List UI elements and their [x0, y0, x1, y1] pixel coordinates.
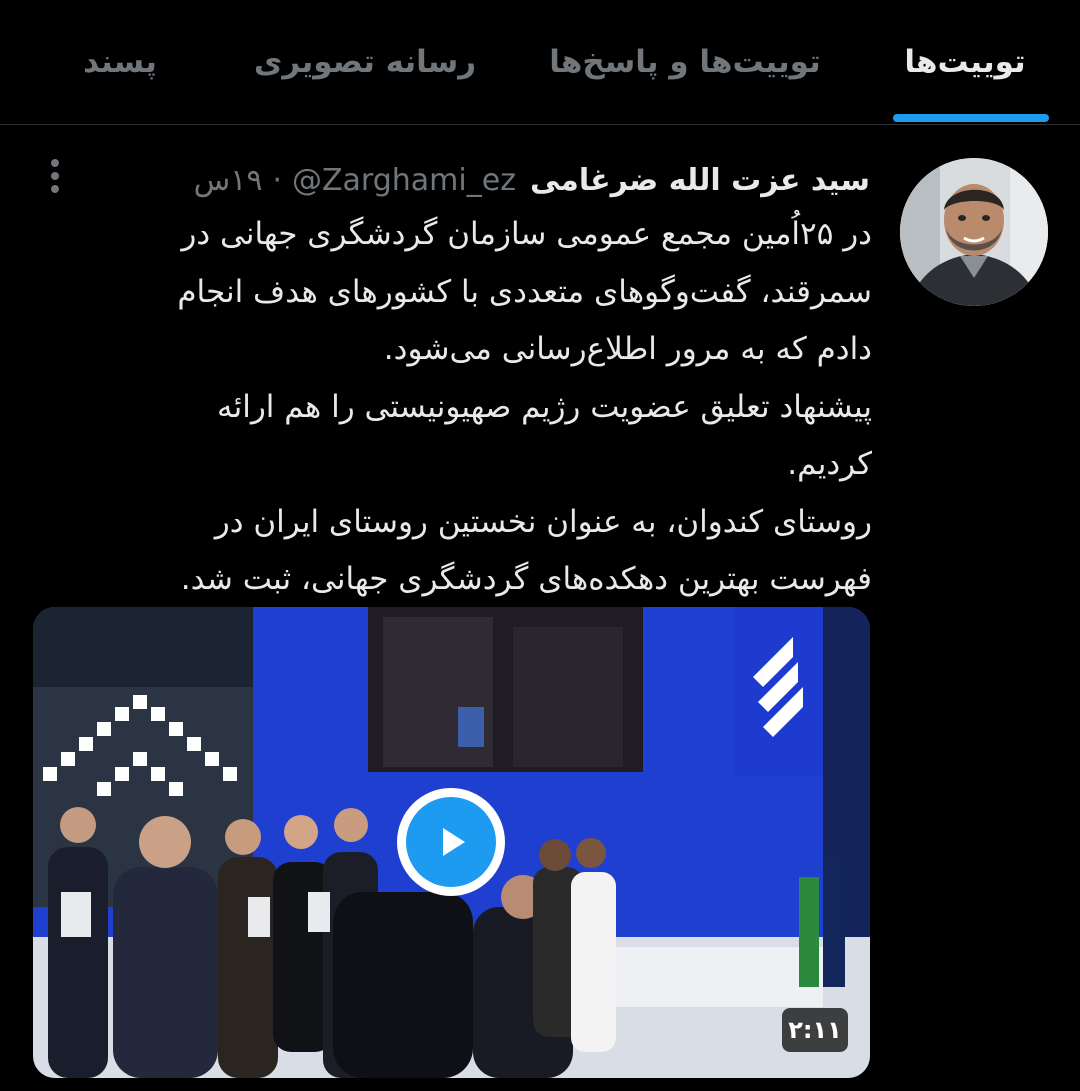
profile-photo — [900, 158, 1048, 306]
more-options-button[interactable] — [40, 152, 70, 200]
avatar[interactable] — [900, 158, 1048, 306]
tab-tweets[interactable]: توییت‌ها — [880, 0, 1050, 124]
tab-media[interactable]: رسانه تصویری — [230, 0, 500, 124]
author-handle[interactable]: @Zarghami_ez — [292, 163, 516, 198]
video-duration-badge: ۲:۱۱ — [782, 1008, 848, 1052]
tweet-text-line: فهرست بهترین دهکده‌های گردشگری جهانی، ثب… — [180, 561, 872, 597]
tweet-header: سید عزت الله ضرغامی @Zarghami_ez · ۱۹س — [194, 152, 870, 208]
author-display-name[interactable]: سید عزت الله ضرغامی — [530, 163, 870, 198]
play-button-circle — [406, 797, 496, 887]
active-tab-indicator — [893, 114, 1049, 122]
tweet-text-line: سمرقند، گفت‌وگوهای متعددی با کشورهای هدف… — [177, 273, 872, 310]
profile-tabs: توییت‌ها توییت‌ها و پاسخ‌ها رسانه تصویری… — [0, 0, 1080, 125]
tweet-timestamp[interactable]: ۱۹س — [194, 163, 263, 198]
play-icon — [443, 828, 465, 856]
tab-likes[interactable]: پسند — [30, 0, 210, 124]
tweet-text-line: دادم که به مرور اطلاع‌رسانی می‌شود. — [383, 331, 872, 367]
tweet-text-line: روستای کندوان، به عنوان نخستین روستای ای… — [214, 503, 872, 540]
play-button[interactable] — [397, 788, 505, 896]
tab-tweets-and-replies[interactable]: توییت‌ها و پاسخ‌ها — [520, 0, 850, 124]
tweet-text: در ۲۵اُمین مجمع عمومی سازمان گردشگری جها… — [82, 206, 872, 609]
separator-dot: · — [272, 162, 282, 198]
tweet-text-line: در ۲۵اُمین مجمع عمومی سازمان گردشگری جها… — [181, 216, 872, 252]
tweet-text-line: کردیم. — [787, 446, 872, 482]
more-vertical-icon — [51, 159, 59, 193]
tweet-text-line: پیشنهاد تعلیق عضویت رژیم صهیونیستی را هم… — [216, 388, 872, 425]
